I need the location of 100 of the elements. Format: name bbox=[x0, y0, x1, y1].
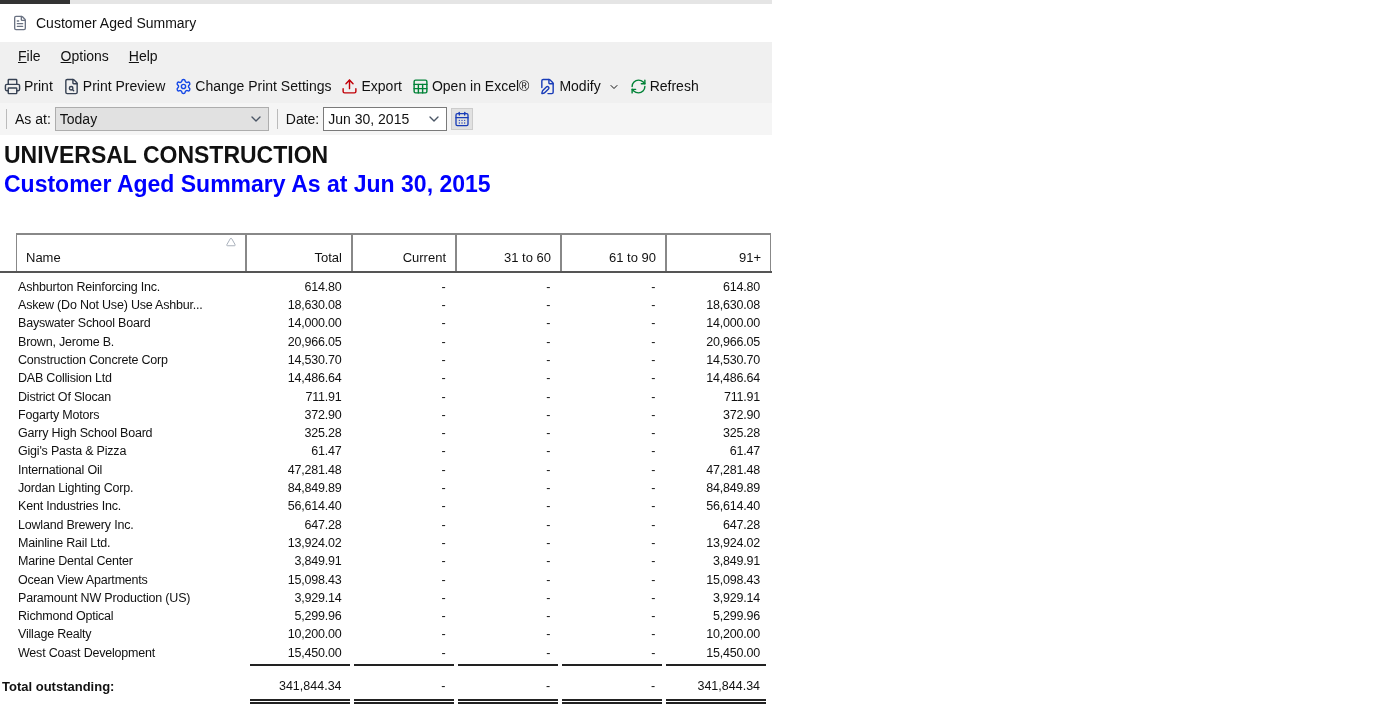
table-cell-text: - bbox=[545, 589, 552, 607]
table-cell-text: - bbox=[650, 333, 657, 351]
toolbar-button[interactable]: Change Print Settings bbox=[175, 76, 332, 97]
toolbar-button[interactable]: Refresh bbox=[629, 76, 699, 97]
toolbar-button[interactable]: Modify bbox=[539, 76, 620, 97]
column-header[interactable]: Name bbox=[16, 233, 246, 271]
table-cell-text: 15,450.00 bbox=[705, 644, 761, 662]
table-cell-text: - bbox=[440, 516, 447, 534]
table-cell-text: 14,486.64 bbox=[705, 370, 761, 388]
table-cell-text: Lowland Brewery Inc. bbox=[18, 516, 135, 534]
table-cell-text: - bbox=[440, 443, 447, 461]
table-cell-text: - bbox=[545, 443, 552, 461]
column-header[interactable]: 91+ bbox=[666, 233, 771, 271]
report-title: Customer Aged Summary As at Jun 30, 2015 bbox=[4, 170, 492, 199]
table-cell-text: - bbox=[440, 333, 447, 351]
table-cell-text: - bbox=[545, 406, 552, 424]
column-header[interactable]: Total bbox=[246, 233, 352, 271]
menu-item[interactable]: File bbox=[18, 45, 41, 67]
table-cell-text: 325.28 bbox=[721, 425, 761, 443]
table-cell-text: - bbox=[650, 388, 657, 406]
column-header[interactable]: 31 to 60 bbox=[456, 233, 561, 271]
menu-item[interactable]: Help bbox=[128, 45, 158, 67]
table-cell-text: - bbox=[545, 553, 552, 571]
toolbar-button[interactable]: Print bbox=[4, 76, 53, 97]
total-cell-text: - bbox=[650, 678, 657, 696]
toolbar-button[interactable]: Print Preview bbox=[62, 76, 166, 97]
table-cell-text: 325.28 bbox=[303, 425, 343, 443]
column-header[interactable]: 61 to 90 bbox=[561, 233, 666, 271]
table-cell-text: - bbox=[650, 626, 657, 644]
table-cell-text: 3,929.14 bbox=[293, 589, 343, 607]
window-title: Customer Aged Summary bbox=[36, 13, 197, 33]
table-cell-text: - bbox=[650, 278, 657, 296]
table-cell-text: - bbox=[440, 644, 447, 662]
magnifier-page-icon bbox=[62, 78, 80, 95]
table-cell-text: 20,966.05 bbox=[286, 333, 343, 351]
table-cell-text: - bbox=[440, 425, 447, 443]
toolbar-button[interactable]: Export bbox=[341, 76, 402, 97]
table-cell-text: - bbox=[545, 315, 552, 333]
table-cell-text: - bbox=[650, 406, 657, 424]
table-cell-text: West Coast Development bbox=[18, 644, 157, 662]
table-cell-text: - bbox=[545, 480, 552, 498]
table-cell-text: - bbox=[440, 388, 447, 406]
table-cell-text: - bbox=[440, 534, 447, 552]
table-cell-text: 711.91 bbox=[722, 388, 761, 406]
date-dropdown[interactable]: Jun 30, 2015 bbox=[323, 107, 448, 131]
table-cell-text: 14,486.64 bbox=[286, 370, 343, 388]
table-cell-text: - bbox=[545, 461, 552, 479]
table-cell-text: - bbox=[440, 406, 447, 424]
table-cell-text: Garry High School Board bbox=[18, 425, 154, 443]
table-cell-text: 61.47 bbox=[310, 443, 343, 461]
table-cell-text: 15,098.43 bbox=[286, 571, 343, 589]
refresh-icon bbox=[629, 78, 647, 95]
table-cell-text: - bbox=[545, 571, 552, 589]
calendar-button[interactable] bbox=[451, 108, 474, 130]
table-cell-text: District Of Slocan bbox=[18, 388, 112, 406]
as-at-label: As at: bbox=[15, 109, 51, 129]
window-icon bbox=[12, 15, 28, 31]
pen-page-icon bbox=[539, 78, 557, 95]
table-cell-text: - bbox=[650, 480, 657, 498]
table-cell-text: - bbox=[545, 644, 552, 662]
table-cell-text: 18,630.08 bbox=[286, 297, 343, 315]
table-cell-text: - bbox=[650, 589, 657, 607]
toolbar-button[interactable]: Open in Excel® bbox=[411, 76, 530, 97]
table-cell-text: - bbox=[440, 608, 447, 626]
table-cell-text: - bbox=[440, 297, 447, 315]
table-cell-text: - bbox=[650, 498, 657, 516]
table-cell-text: 15,450.00 bbox=[286, 644, 343, 662]
table-cell-text: 5,299.96 bbox=[711, 608, 761, 626]
column-header[interactable]: Current bbox=[352, 233, 456, 271]
table-cell-text: - bbox=[440, 626, 447, 644]
table-cell-text: - bbox=[650, 297, 657, 315]
table-cell-text: 56,614.40 bbox=[705, 498, 761, 516]
table-cell-text: - bbox=[440, 278, 447, 296]
table-cell-text: 15,098.43 bbox=[705, 571, 761, 589]
table-cell-text: DAB Collision Ltd bbox=[18, 370, 113, 388]
gear-icon bbox=[175, 78, 193, 95]
table-cell-text: - bbox=[440, 589, 447, 607]
table-cell-text: 5,299.96 bbox=[293, 608, 343, 626]
table-cell-text: Mainline Rail Ltd. bbox=[18, 534, 112, 552]
table-cell-text: - bbox=[440, 480, 447, 498]
table-cell-text: - bbox=[650, 351, 657, 369]
table-cell-text: 3,849.91 bbox=[293, 553, 343, 571]
table-cell-text: - bbox=[650, 461, 657, 479]
menu-item[interactable]: Options bbox=[60, 45, 109, 67]
as-at-dropdown[interactable]: Today bbox=[54, 107, 269, 131]
total-cell-text: - bbox=[440, 678, 447, 696]
table-cell-text: 647.28 bbox=[303, 516, 343, 534]
table-cell-text: - bbox=[650, 516, 657, 534]
table-cell-text: Construction Concrete Corp bbox=[18, 351, 169, 369]
table-cell-text: - bbox=[545, 278, 552, 296]
calendar-icon bbox=[454, 111, 471, 127]
table-cell-text: 372.90 bbox=[721, 406, 761, 424]
table-cell-text: - bbox=[545, 388, 552, 406]
table-cell-text: - bbox=[650, 443, 657, 461]
table-cell-text: - bbox=[650, 553, 657, 571]
table-cell-text: - bbox=[545, 608, 552, 626]
table-cell-text: Richmond Optical bbox=[18, 608, 115, 626]
table-cell-text: - bbox=[545, 297, 552, 315]
total-cell-text: 341,844.34 bbox=[696, 678, 762, 696]
table-cell-text: 711.91 bbox=[304, 388, 343, 406]
